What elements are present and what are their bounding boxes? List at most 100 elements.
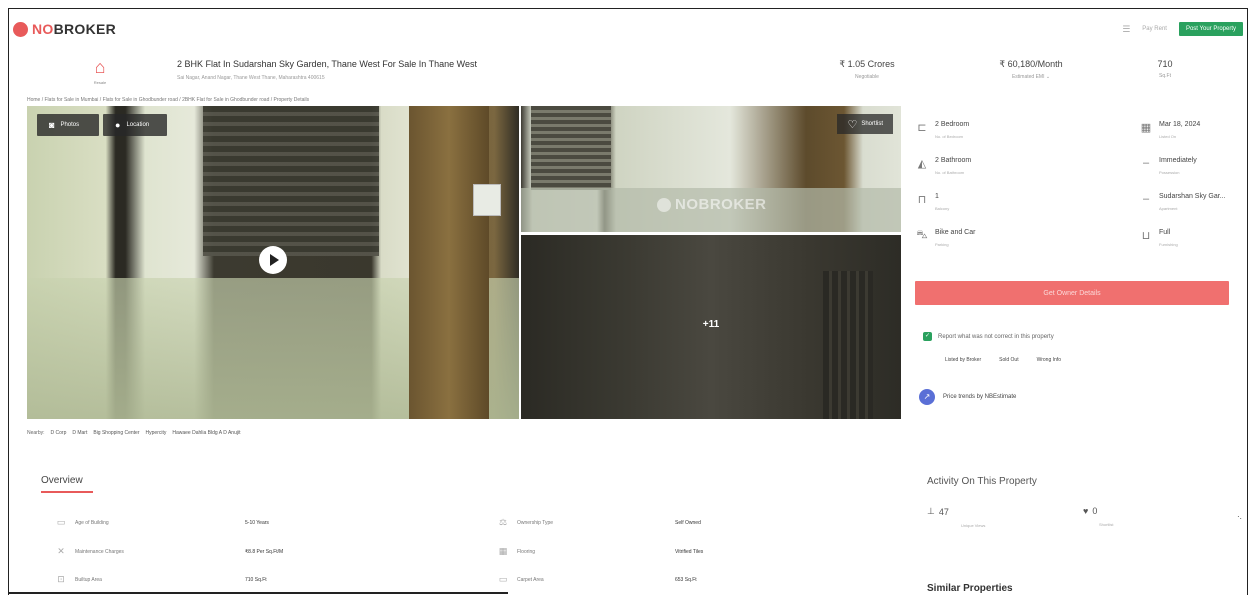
overview-row: ▦ Flooring [498,546,536,556]
building-age-icon: ▭ [56,517,66,527]
price-trends-text: Price trends by NBEstimate [943,394,1017,400]
report-text: Report what was not correct in this prop… [938,333,1054,340]
logo-suffix: BROKER [53,21,117,37]
resale-house-icon: ⌂ Resale [87,58,113,88]
nearby-places: Nearby: D Corp D Mart Big Shopping Cente… [27,430,240,436]
overview-row: ▭ Age of Building [56,517,109,527]
ownership-icon: ⚖ [498,517,508,527]
nobroker-watermark: NOBROKER [657,196,767,213]
report-section: ✓ Report what was not correct in this pr… [923,332,1054,341]
location-button[interactable]: ● Location [103,114,167,136]
report-listed-by-broker[interactable]: Listed by Broker [945,357,981,363]
carpet-area-icon: ▭ [498,574,508,584]
flooring-icon: ▦ [498,546,508,556]
nearby-item[interactable]: Hawaee Dahlia Bldg A D Anujit [172,430,240,436]
gallery-main-photo[interactable]: ◙ Photos ● Location [27,106,519,419]
overview-value: 710 Sq.Ft [245,577,267,583]
emi-block[interactable]: ₹ 60,180/Month Estimated EMI ⌄ [983,59,1079,80]
price-block: ₹ 1.05 Crores Negotiable [827,59,907,80]
watermark-text: NOBROKER [675,196,767,213]
property-address: Sai Nagar, Anand Nagar, Thane West Thane… [177,75,325,81]
location-label: Location [126,122,150,128]
activity-title: Activity On This Property [927,476,1037,487]
watermark-logo-icon [657,197,671,212]
page-frame: NOBROKER ☰ Pay Rent Post Your Property ⌂… [8,8,1248,595]
logo-mark-icon [13,21,28,37]
more-dots-icon: ·. [1237,512,1242,521]
nearby-item[interactable]: Big Shopping Center [93,430,139,436]
detail-balcony: ⊓ 1 Balcony [915,189,1075,219]
shortlist-label: Shortlist [861,121,883,127]
maintenance-icon: ✕ [57,546,65,556]
camera-icon: ◙ [49,120,55,130]
play-video-button[interactable] [259,246,287,274]
detail-possession: – Immediately Possession [1139,153,1247,183]
emi-dropdown[interactable]: Estimated EMI ⌄ [983,74,1079,80]
top-nav-actions: ☰ Pay Rent Post Your Property [1122,22,1243,36]
overview-row: ▭ Carpet Area [498,574,544,584]
area-block: 710 Sq.Ft [1145,59,1185,79]
detail-listed-on: ▦ Mar 18, 2024 Listed On [1140,121,1201,139]
overview-value: ₹8.8 Per Sq.Ft/M [245,549,284,555]
nearby-item[interactable]: D Corp [51,430,67,436]
unique-views-stat: ⊥ 47 Unique Views [927,506,986,528]
price-negotiable: Negotiable [855,74,879,80]
bottom-divider [8,592,508,594]
nearby-item[interactable]: Hypercity [146,430,167,436]
report-sold-out[interactable]: Sold Out [999,357,1018,363]
report-wrong-info[interactable]: Wrong Info [1037,357,1061,363]
get-owner-details-button[interactable]: Get Owner Details [915,281,1229,305]
property-title: 2 BHK Flat In Sudarshan Sky Garden, Than… [177,59,477,69]
area-value: 710 [1157,59,1173,69]
menu-icon[interactable]: ☰ [1122,24,1130,35]
similar-properties-title: Similar Properties [927,583,1013,594]
nearby-label: Nearby: [27,430,45,436]
check-icon: ✓ [923,332,932,341]
more-photos-count[interactable]: +11 [521,319,901,330]
building-icon: – [1142,193,1150,205]
price-trends-link[interactable]: ↗ Price trends by NBEstimate [919,389,1016,405]
car-icon: ⛍ [916,229,928,241]
post-property-button[interactable]: Post Your Property [1178,22,1243,36]
top-nav: NOBROKER ☰ Pay Rent Post Your Property [9,9,1247,47]
detail-bedrooms: ⊏ 2 Bedroom No. of Bedroom [915,117,1075,147]
property-header: ⌂ Resale 2 BHK Flat In Sudarshan Sky Gar… [9,53,1247,93]
logo-prefix: NO [32,21,54,37]
sofa-icon: ⊔ [1141,230,1151,242]
area-unit: Sq.Ft [1159,73,1171,79]
shortlist-stat: ♥ 0 Shortlist [1083,506,1114,527]
play-icon [270,254,279,266]
bed-icon: ⊏ [917,122,927,134]
calendar-icon: ▦ [1140,122,1152,134]
gallery-photo-2[interactable]: NOBROKER ♡ Shortlist [521,106,901,232]
breadcrumb[interactable]: Home / Flats for Sale in Mumbai / Flats … [27,97,309,103]
report-links: Listed by Broker Sold Out Wrong Info [945,357,1061,363]
photos-button[interactable]: ◙ Photos [37,114,99,136]
nearby-item[interactable]: D Mart [72,430,87,436]
gallery-photo-3[interactable]: +11 [521,235,901,419]
resale-caption: Resale [93,80,107,85]
emi-value: ₹ 60,180/Month [999,59,1063,69]
nobroker-logo[interactable]: NOBROKER [13,21,116,37]
trends-icon: ↗ [919,389,935,405]
detail-furnishing: ⊔ Full Furnishing [1139,225,1247,255]
overview-value: 5-10 Years [245,520,269,526]
photos-label: Photos [60,122,80,128]
overview-value: 653 Sq.Ft [675,577,697,583]
pay-rent-link[interactable]: Pay Rent [1142,26,1167,32]
detail-bathrooms: ◭ 2 Bathroom No. of Bathroom [915,153,1075,183]
tab-overview[interactable]: Overview [41,475,83,486]
shortlist-button[interactable]: ♡ Shortlist [837,114,893,134]
key-icon: – [1142,157,1150,169]
overview-tab-indicator [41,491,93,493]
overview-row: ⚖ Ownership Type [498,517,554,527]
property-price: ₹ 1.05 Crores [839,59,895,69]
user-icon: ⊥ [927,506,935,516]
heart-icon: ♡ [847,118,858,131]
heart-filled-icon: ♥ [1083,506,1089,516]
overview-row: ✕ Maintenance Charges [55,546,124,557]
detail-apartment: – Sudarshan Sky Gar... Apartment [1139,189,1247,219]
overview-row: ⊡ Builtup Area [55,574,102,585]
builtup-area-icon: ⊡ [57,574,65,584]
detail-parking: ⛍ Bike and Car Parking [916,229,976,247]
